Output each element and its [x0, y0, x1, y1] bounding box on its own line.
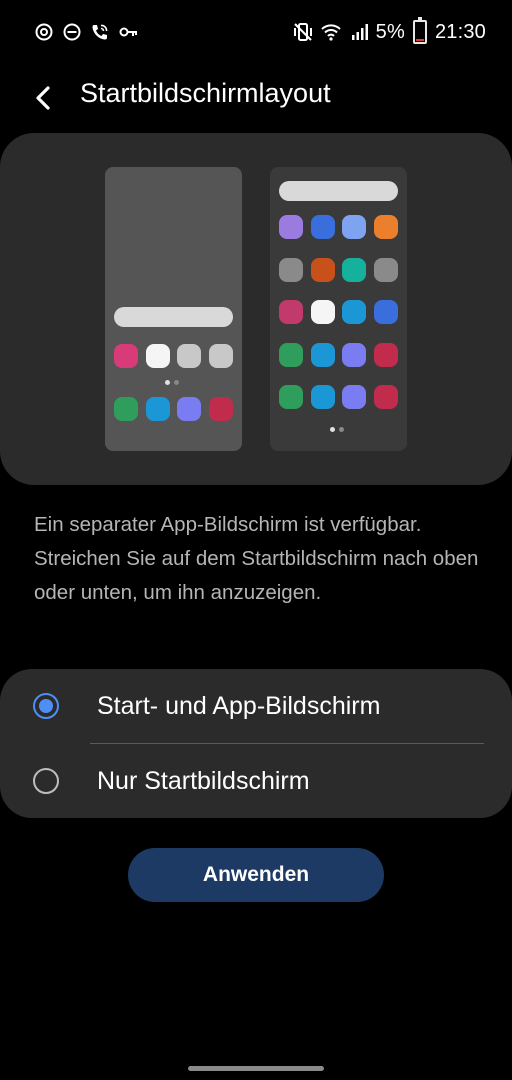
vibrate-icon: [293, 23, 312, 41]
layout-options-card: Start- und App-Bildschirm Nur Startbilds…: [0, 669, 512, 818]
app-icon-preview: [208, 344, 233, 368]
app-icon-preview: [114, 397, 138, 421]
page-indicator: [330, 427, 344, 432]
do-not-disturb-icon: [63, 23, 81, 41]
navigation-handle[interactable]: [188, 1066, 324, 1071]
page-dot: [339, 427, 344, 432]
wifi-icon: [320, 24, 341, 41]
vpn-key-icon: [119, 27, 137, 37]
app-icon-preview: [310, 300, 335, 324]
app-icon-preview: [342, 342, 366, 367]
app-header: Startbildschirmlayout: [0, 64, 512, 128]
app-icon-preview: [177, 397, 201, 421]
app-icon-preview: [145, 344, 170, 368]
app-icon-preview: [373, 300, 398, 324]
app-icon-preview: [342, 215, 366, 239]
app-icon-preview: [279, 300, 303, 324]
battery-percent: 5%: [375, 20, 405, 43]
back-button[interactable]: [26, 80, 62, 116]
app-icon-preview: [279, 215, 303, 239]
option-label: Start- und App-Bildschirm: [97, 692, 381, 720]
page-dot: [174, 380, 179, 385]
search-bar-preview: [114, 307, 233, 327]
status-bar: 5% 21:30: [0, 0, 512, 64]
status-left-icons: [34, 22, 138, 42]
battery-icon: [412, 17, 427, 44]
data-saver-icon: [35, 23, 53, 41]
option-home-and-apps[interactable]: Start- und App-Bildschirm: [0, 670, 512, 744]
app-icon-preview: [310, 342, 335, 367]
app-icon-preview: [279, 385, 303, 409]
page-dot-active: [330, 427, 335, 432]
app-icon-preview: [310, 257, 335, 282]
app-icon-preview: [342, 300, 366, 324]
clock-time: 21:30: [434, 20, 486, 43]
home-screen-preview: [105, 167, 242, 451]
back-arrow-icon: [36, 86, 50, 110]
app-icon-preview: [114, 344, 138, 368]
app-icon-preview: [373, 257, 398, 282]
app-icon-preview: [373, 215, 398, 239]
page-dot-active: [165, 380, 170, 385]
app-icon-preview: [342, 257, 366, 282]
apps-screen-preview: [270, 167, 407, 451]
divider: [90, 743, 484, 744]
radio-button-unselected[interactable]: [33, 768, 59, 794]
app-icon-preview: [177, 344, 201, 368]
layout-description: Ein separater App-Bildschirm ist verfügb…: [34, 513, 479, 604]
wifi-calling-icon: [92, 24, 108, 40]
app-icon-preview: [373, 385, 398, 409]
app-icon-preview: [373, 342, 398, 367]
layout-preview-card: [0, 133, 512, 485]
status-right-icons: 5% 21:30: [292, 17, 486, 44]
radio-button-selected[interactable]: [33, 693, 59, 719]
app-icon-preview: [145, 397, 170, 421]
apply-button[interactable]: Anwenden: [128, 848, 384, 902]
search-bar-preview: [279, 181, 398, 201]
signal-icon: [351, 24, 368, 40]
app-icon-preview: [279, 257, 303, 282]
page-indicator: [165, 380, 179, 385]
app-icon-preview: [310, 215, 335, 239]
app-icon-preview: [342, 385, 366, 409]
app-icon-preview: [310, 385, 335, 409]
page-title: Startbildschirmlayout: [80, 78, 331, 108]
option-label: Nur Startbildschirm: [97, 767, 310, 795]
app-icon-preview: [279, 342, 303, 367]
app-icon-preview: [208, 397, 233, 421]
option-home-only[interactable]: Nur Startbildschirm: [0, 745, 512, 819]
